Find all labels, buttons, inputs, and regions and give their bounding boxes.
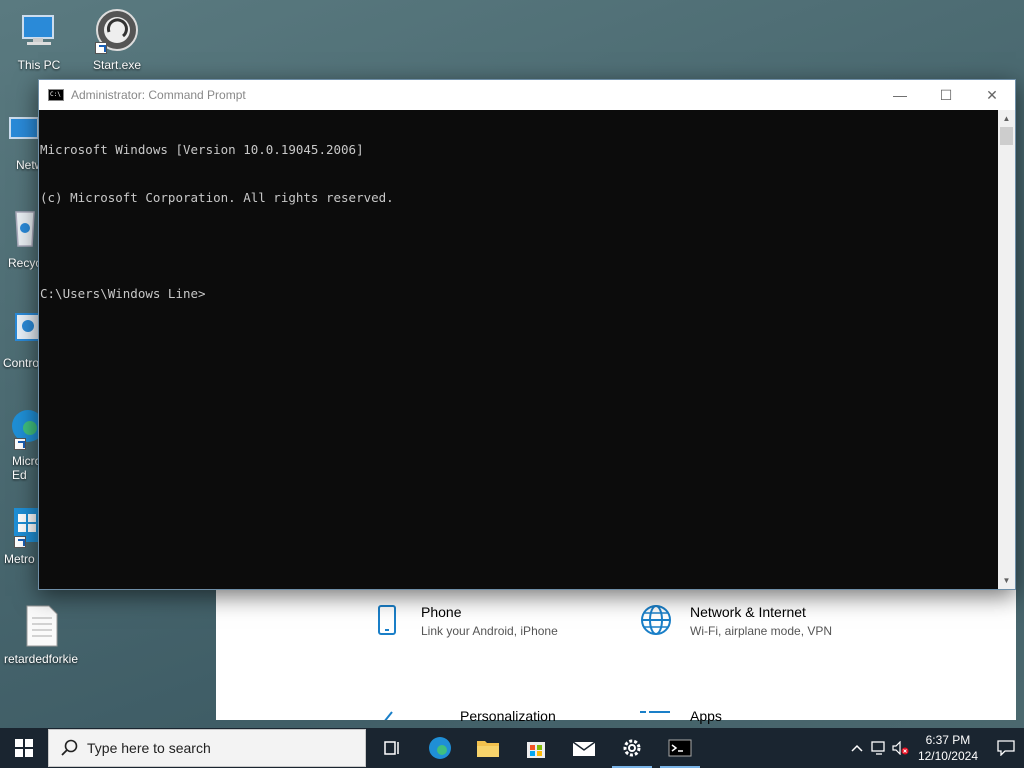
globe-icon (640, 604, 680, 644)
notifications-button[interactable] (988, 728, 1024, 768)
taskbar: Type here to search 6:37 PM 12/10/2024 (0, 728, 1024, 768)
desktop-icon-label: Start.exe (92, 58, 142, 72)
desktop-icon-text-file[interactable]: retardedforkie (0, 602, 82, 666)
cmd-titlebar[interactable]: Administrator: Command Prompt — ☐ ✕ (39, 80, 1015, 110)
mail-icon (572, 741, 596, 756)
show-hidden-icons-button[interactable] (846, 728, 868, 768)
settings-item-subtitle: Link your Android, iPhone (421, 624, 558, 638)
clock-date: 12/10/2024 (917, 749, 978, 763)
computer-icon (15, 8, 63, 56)
desktop-icon-metro[interactable]: Metro (0, 502, 40, 566)
search-box[interactable]: Type here to search (48, 729, 366, 767)
edge-icon (0, 404, 40, 452)
notification-icon (997, 740, 1015, 756)
desktop-icon-label: Netw (16, 158, 40, 172)
scroll-down-icon[interactable]: ▼ (998, 572, 1015, 589)
desktop-icon-label: Contro (3, 356, 40, 370)
console-line: (c) Microsoft Corporation. All rights re… (40, 190, 394, 205)
settings-item-subtitle: Wi-Fi, airplane mode, VPN (690, 624, 833, 638)
settings-item-apps[interactable]: Apps (640, 708, 722, 724)
edge-icon (429, 737, 451, 759)
settings-item-title: Network & Internet (690, 604, 806, 620)
start-button[interactable] (0, 728, 48, 768)
settings-item-title: Apps (690, 708, 722, 724)
desktop-icon-control-panel[interactable]: Contro (0, 306, 40, 370)
metro-icon (0, 502, 40, 550)
console-output[interactable]: Microsoft Windows [Version 10.0.19045.20… (39, 110, 998, 589)
taskbar-edge[interactable] (416, 728, 464, 768)
clock-time: 6:37 PM (925, 733, 971, 747)
search-placeholder: Type here to search (87, 740, 211, 756)
paintbrush-icon (376, 708, 416, 720)
desktop-icon-label: Micro Ed (12, 454, 40, 482)
settings-item-phone[interactable]: Phone Link your Android, iPhone (371, 604, 558, 644)
console-line: Microsoft Windows [Version 10.0.19045.20… (40, 142, 364, 157)
taskbar-cmd[interactable] (656, 728, 704, 768)
task-view-button[interactable] (368, 728, 416, 768)
shortcut-arrow-icon (95, 42, 107, 54)
console-prompt: C:\Users\Windows Line> (40, 286, 206, 301)
minimize-button[interactable]: — (877, 80, 923, 110)
settings-item-title: Phone (421, 604, 462, 620)
desktop-icon-edge[interactable]: Micro Ed (0, 404, 40, 482)
settings-icon (623, 739, 641, 757)
settings-item-personalization[interactable]: Personalization (376, 708, 556, 724)
desktop-icon-label: Metro (4, 552, 35, 566)
chevron-up-icon (851, 744, 863, 752)
task-view-icon (384, 741, 399, 755)
taskbar-mail[interactable] (560, 728, 608, 768)
window-title: Administrator: Command Prompt (71, 88, 246, 102)
recycle-bin-icon (0, 206, 40, 254)
clock[interactable]: 6:37 PM 12/10/2024 (918, 732, 978, 764)
network-icon (0, 108, 40, 156)
settings-item-title: Personalization (460, 708, 556, 724)
vertical-scrollbar[interactable]: ▲ ▼ (998, 110, 1015, 589)
desktop-icon-start-exe[interactable]: Start.exe (78, 8, 156, 72)
desktop-icon-recycle-bin[interactable]: Recyc (0, 206, 40, 270)
file-explorer-icon (477, 741, 499, 757)
cmd-icon (48, 89, 64, 101)
scroll-up-icon[interactable]: ▲ (998, 110, 1015, 127)
desktop-icon-network[interactable]: Netw (0, 108, 40, 172)
apps-icon (640, 708, 680, 720)
taskbar-store[interactable] (512, 728, 560, 768)
settings-item-network[interactable]: Network & Internet Wi-Fi, airplane mode,… (640, 604, 832, 644)
taskbar-file-explorer[interactable] (464, 728, 512, 768)
store-icon (527, 742, 545, 758)
cmd-window[interactable]: Administrator: Command Prompt — ☐ ✕ Micr… (38, 79, 1016, 590)
network-icon (871, 741, 885, 755)
shortcut-arrow-icon (14, 536, 26, 548)
scrollbar-thumb[interactable] (1000, 127, 1013, 145)
network-tray-button[interactable] (868, 728, 890, 768)
system-tray: 6:37 PM 12/10/2024 (846, 728, 1024, 768)
search-icon (61, 739, 79, 757)
phone-icon (371, 604, 411, 644)
shortcut-arrow-icon (14, 438, 26, 450)
cmd-icon (668, 739, 692, 757)
volume-muted-icon (892, 741, 909, 755)
desktop-icon-label: Recyc (8, 256, 40, 270)
taskbar-settings[interactable] (608, 728, 656, 768)
desktop-icon-label: retardedforkie (3, 652, 79, 666)
windows-logo-icon (15, 739, 33, 757)
control-panel-icon (0, 306, 40, 354)
disc-icon (93, 8, 141, 56)
text-file-icon (17, 602, 65, 650)
desktop-icon-label: This PC (17, 58, 61, 72)
volume-tray-button[interactable] (890, 728, 912, 768)
maximize-button[interactable]: ☐ (923, 80, 969, 110)
desktop-icon-this-pc[interactable]: This PC (0, 8, 78, 72)
close-button[interactable]: ✕ (969, 80, 1015, 110)
